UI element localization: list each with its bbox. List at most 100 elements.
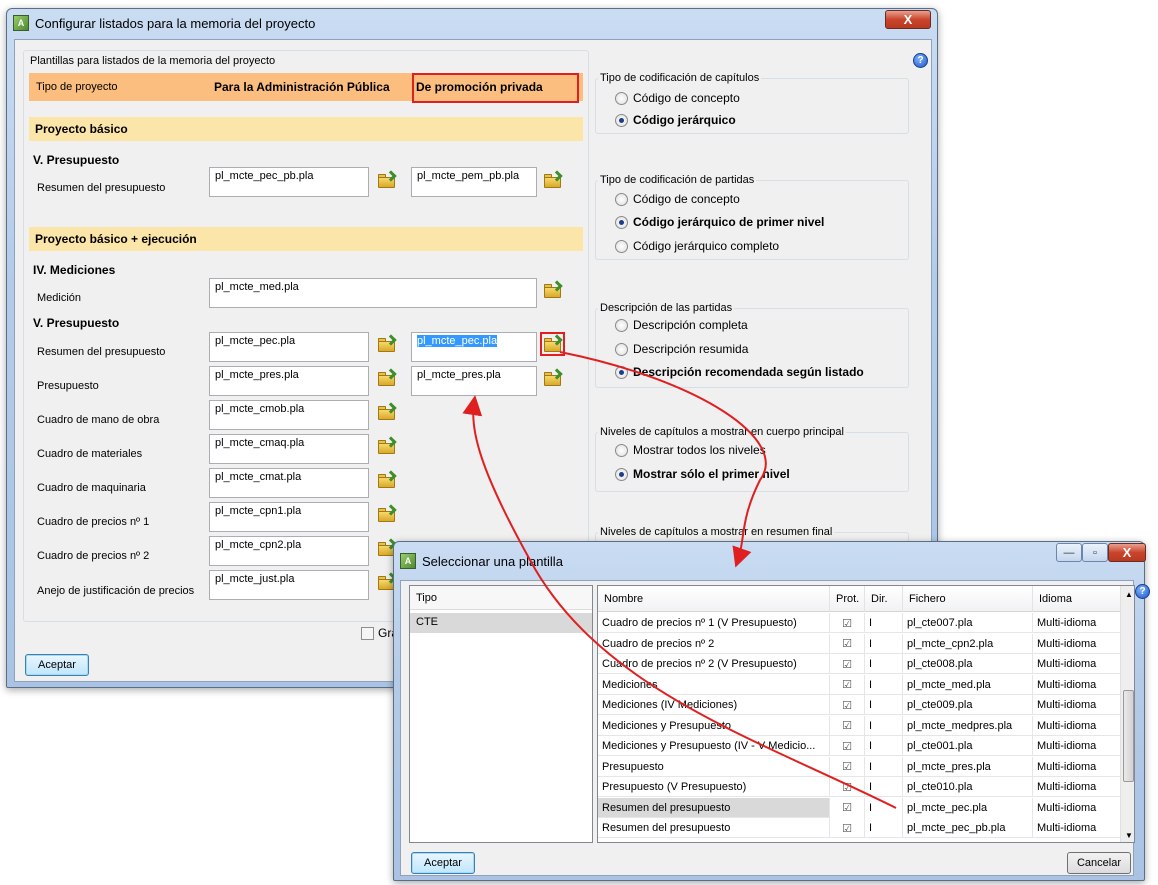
row-label-resumen-basico: Resumen del presupuesto — [37, 182, 166, 194]
open-folder-icon[interactable] — [377, 170, 397, 190]
row-label-medicion: Medición — [37, 292, 82, 304]
radio-descripcion-completa[interactable]: Descripción completa — [615, 318, 748, 332]
radio-primer-nivel[interactable]: Mostrar sólo el primer nivel — [615, 467, 790, 481]
project-type-label: Tipo de proyecto — [36, 81, 118, 93]
cell-idioma: Multi-idioma — [1033, 633, 1122, 654]
table-row[interactable]: Mediciones ☑ Ipl_mcte_med.pla Multi-idioma — [598, 674, 1122, 695]
row-label-precios2: Cuadro de precios nº 2 — [37, 550, 150, 562]
cell-prot: ☑ — [830, 695, 865, 715]
templates-group-title: Plantillas para listados de la memoria d… — [28, 55, 278, 67]
radio-descripcion-resumida[interactable]: Descripción resumida — [615, 342, 748, 356]
cell-fichero: pl_cte009.pla — [903, 695, 1033, 715]
cell-idioma: Multi-idioma — [1033, 654, 1122, 674]
presupuesto-private-field[interactable]: pl_mcte_pres.pla — [411, 366, 537, 396]
radio-descripcion-recomendada[interactable]: Descripción recomendada según listado — [615, 365, 864, 379]
accept-button[interactable]: Aceptar — [25, 654, 89, 676]
dialog-accept-button[interactable]: Aceptar — [411, 852, 475, 874]
open-folder-icon[interactable] — [377, 470, 397, 490]
vertical-scrollbar[interactable]: ▲ ▼ — [1120, 586, 1134, 842]
cell-idioma: Multi-idioma — [1033, 756, 1122, 777]
table-row[interactable]: Mediciones y Presupuesto (IV - V Medicio… — [598, 736, 1122, 756]
dialog-cancel-button[interactable]: Cancelar — [1067, 852, 1131, 874]
cell-prot: ☑ — [830, 818, 865, 838]
maximize-icon: ▫ — [1093, 546, 1097, 559]
table-row[interactable]: Resumen del presupuesto ☑ Ipl_mcte_pec_pb.… — [598, 818, 1122, 838]
precios2-field[interactable]: pl_mcte_cpn2.pla — [209, 536, 369, 566]
main-titlebar[interactable]: A Configurar listados para la memoria de… — [7, 9, 937, 37]
template-listview[interactable]: Nombre Prot. Dir. Fichero Idioma Cuadro … — [597, 585, 1135, 843]
open-folder-icon[interactable] — [377, 504, 397, 524]
niveles-cuerpo-title: Niveles de capítulos a mostrar en cuerpo… — [598, 426, 846, 438]
cell-prot: ☑ — [830, 797, 865, 818]
radio-codigo-jerarquico-cap[interactable]: Código jerárquico — [615, 113, 736, 127]
cell-prot: ☑ — [830, 756, 865, 777]
table-row[interactable]: Presupuesto (V Presupuesto) ☑ Ipl_cte010.p… — [598, 777, 1122, 797]
cell-prot: ☑ — [830, 777, 865, 797]
precios1-field[interactable]: pl_mcte_cpn1.pla — [209, 502, 369, 532]
cell-idioma: Multi-idioma — [1033, 613, 1122, 633]
radio-codigo-concepto-cap[interactable]: Código de concepto — [615, 91, 740, 105]
niveles-cuerpo-group — [595, 432, 909, 492]
cell-nombre: Mediciones y Presupuesto — [598, 715, 830, 736]
cell-dir: I — [865, 633, 903, 654]
dialog-titlebar[interactable]: A Seleccionar una plantilla — ▫ X — [394, 542, 1146, 580]
scroll-thumb[interactable] — [1123, 690, 1134, 782]
open-folder-icon[interactable] — [377, 368, 397, 388]
close-button[interactable]: X — [885, 10, 931, 29]
row-label-presupuesto: Presupuesto — [37, 380, 99, 392]
help-icon[interactable]: ? — [913, 53, 928, 68]
mano-obra-field[interactable]: pl_mcte_cmob.pla — [209, 400, 369, 430]
col-nombre[interactable]: Nombre — [598, 586, 830, 612]
descripcion-title: Descripción de las partidas — [598, 302, 735, 314]
table-row[interactable]: Presupuesto ☑ Ipl_mcte_pres.pla Multi-idiom… — [598, 756, 1122, 777]
tipo-item[interactable]: CTE — [410, 613, 592, 633]
radio-jerarquico-completo[interactable]: Código jerárquico completo — [615, 239, 779, 253]
minimize-button[interactable]: — — [1056, 543, 1082, 562]
scroll-up-arrow[interactable]: ▲ — [1121, 586, 1134, 603]
table-row[interactable]: Cuadro de precios nº 2 (V Presupuesto) ☑ I… — [598, 654, 1122, 674]
resumen-basico-admin-field[interactable]: pl_mcte_pec_pb.pla — [209, 167, 369, 197]
cell-fichero: pl_mcte_pres.pla — [903, 756, 1033, 777]
section-proyecto-basico: Proyecto básico — [29, 117, 583, 141]
table-row[interactable]: Cuadro de precios nº 1 (V Presupuesto) ☑ I… — [598, 613, 1122, 633]
tipo-list[interactable]: Tipo CTE — [409, 585, 593, 843]
open-folder-icon[interactable] — [377, 402, 397, 422]
open-folder-icon[interactable] — [543, 280, 563, 300]
radio-jerarquico-primer-nivel[interactable]: Código jerárquico de primer nivel — [615, 215, 824, 229]
dialog-help-icon[interactable]: ? — [1135, 584, 1150, 599]
cell-dir: I — [865, 777, 903, 797]
col-dir[interactable]: Dir. — [865, 586, 903, 612]
scroll-down-arrow[interactable]: ▼ — [1121, 827, 1134, 842]
table-row[interactable]: Resumen del presupuesto ☑ Ipl_mcte_pec.pla… — [598, 797, 1122, 818]
materiales-field[interactable]: pl_mcte_cmaq.pla — [209, 434, 369, 464]
row-label-mano-obra: Cuadro de mano de obra — [37, 414, 160, 426]
cell-idioma: Multi-idioma — [1033, 674, 1122, 695]
table-row[interactable]: Cuadro de precios nº 2 ☑ Ipl_mcte_cpn2.pla… — [598, 633, 1122, 654]
resumen-admin-field[interactable]: pl_mcte_pec.pla — [209, 332, 369, 362]
open-folder-icon[interactable] — [543, 170, 563, 190]
medicion-field[interactable]: pl_mcte_med.pla — [209, 278, 537, 308]
cell-nombre: Cuadro de precios nº 1 (V Presupuesto) — [598, 613, 830, 633]
resumen-private-field[interactable]: pl_mcte_pec.pla — [411, 332, 537, 362]
niveles-resumen-title: Niveles de capítulos a mostrar en resume… — [598, 526, 835, 538]
open-folder-icon[interactable] — [377, 334, 397, 354]
open-folder-icon[interactable] — [543, 368, 563, 388]
resumen-basico-private-field[interactable]: pl_mcte_pem_pb.pla — [411, 167, 537, 197]
open-folder-icon[interactable] — [377, 436, 397, 456]
cell-dir: I — [865, 695, 903, 715]
cell-fichero: pl_cte007.pla — [903, 613, 1033, 633]
table-row[interactable]: Mediciones (IV Mediciones) ☑ Ipl_cte009.pl… — [598, 695, 1122, 715]
col-fichero[interactable]: Fichero — [903, 586, 1033, 612]
anejo-field[interactable]: pl_mcte_just.pla — [209, 570, 369, 600]
col-idioma[interactable]: Idioma — [1033, 586, 1122, 612]
cell-nombre: Mediciones y Presupuesto (IV - V Medicio… — [598, 736, 830, 756]
cell-fichero: pl_mcte_medpres.pla — [903, 715, 1033, 736]
maquinaria-field[interactable]: pl_mcte_cmat.pla — [209, 468, 369, 498]
maximize-button[interactable]: ▫ — [1082, 543, 1108, 562]
col-prot[interactable]: Prot. — [830, 586, 865, 612]
table-row[interactable]: Mediciones y Presupuesto ☑ Ipl_mcte_medpre… — [598, 715, 1122, 736]
presupuesto-admin-field[interactable]: pl_mcte_pres.pla — [209, 366, 369, 396]
radio-codigo-concepto-part[interactable]: Código de concepto — [615, 192, 740, 206]
radio-todos-niveles[interactable]: Mostrar todos los niveles — [615, 443, 766, 457]
dialog-close-button[interactable]: X — [1108, 543, 1146, 562]
